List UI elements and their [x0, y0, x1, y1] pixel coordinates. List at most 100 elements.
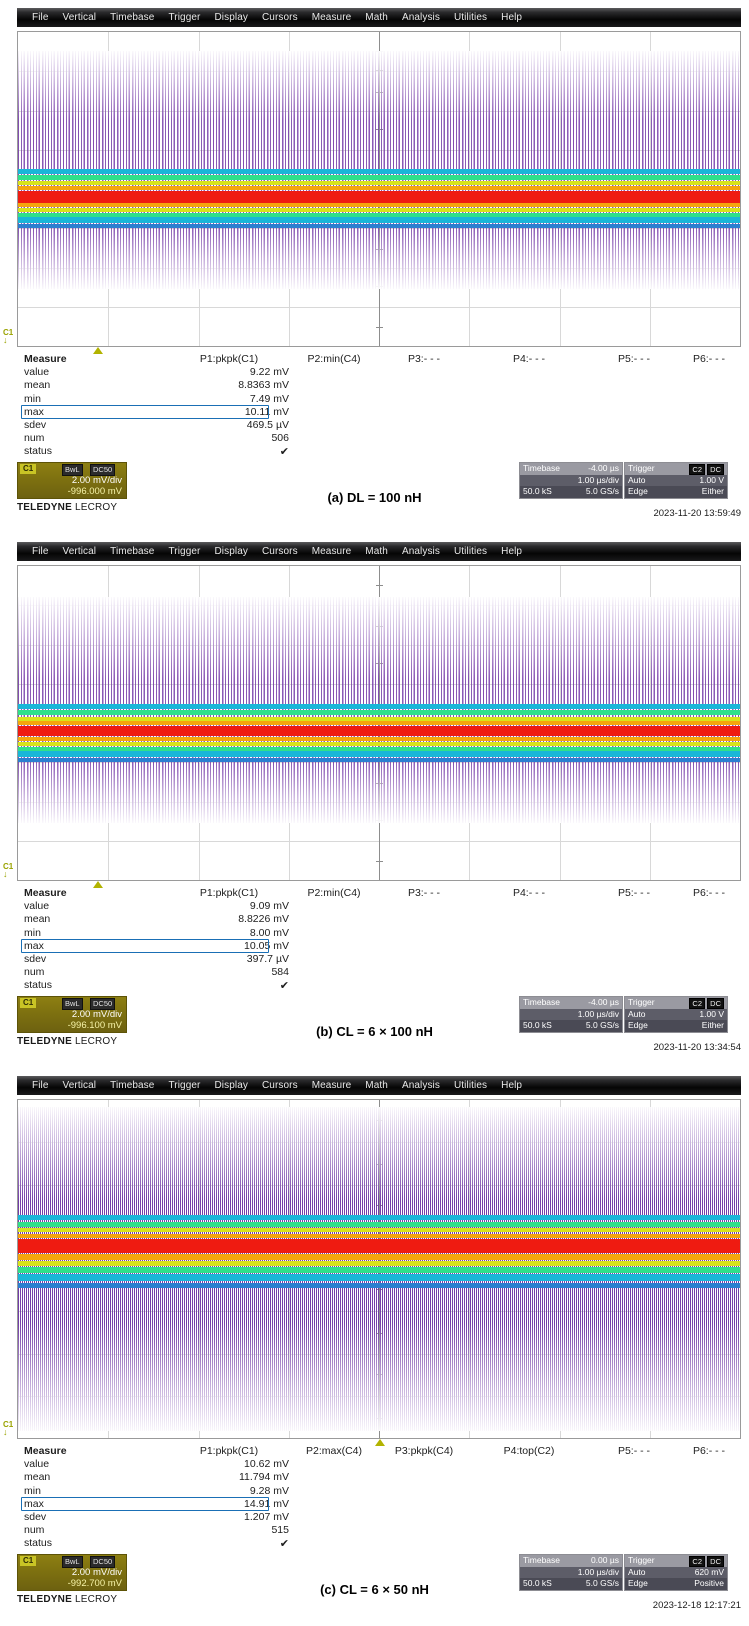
caption-prefix: (b): [316, 1024, 333, 1039]
trigger-slope: Either: [702, 1020, 724, 1032]
menu-item-timebase[interactable]: Timebase: [103, 1076, 161, 1095]
timebase-status-b[interactable]: Timebase -4.00 µs 1.00 µs/div 50.0 kS 5.…: [519, 996, 623, 1033]
measure-row-value: 14.91 mV: [169, 1498, 289, 1510]
measure-row-num: num 506: [24, 432, 729, 445]
timebase-status-c[interactable]: Timebase 0.00 µs 1.00 µs/div 50.0 kS 5.0…: [519, 1554, 623, 1591]
menu-item-analysis[interactable]: Analysis: [395, 542, 447, 561]
menu-bar-c[interactable]: FileVerticalTimebaseTriggerDisplayCursor…: [17, 1076, 741, 1095]
trigger-status-a[interactable]: Trigger C2 DC Auto 1.00 V Edge Either: [624, 462, 728, 499]
measure-row-value: 10.05 mV: [169, 940, 289, 952]
measure-row-label: status: [24, 1537, 52, 1549]
menu-item-vertical[interactable]: Vertical: [56, 8, 104, 27]
measure-row-label: sdev: [24, 419, 46, 431]
graticule-b: C1 ↓: [17, 565, 741, 881]
menu-item-trigger[interactable]: Trigger: [161, 8, 207, 27]
measure-column-p3[interactable]: P3:- - -: [379, 353, 469, 365]
channel-marker-c1-b[interactable]: C1 ↓: [3, 863, 17, 879]
measure-title: Measure: [24, 1445, 67, 1457]
menu-item-utilities[interactable]: Utilities: [447, 1076, 494, 1095]
measure-row-label: num: [24, 432, 44, 444]
menu-item-display[interactable]: Display: [207, 8, 255, 27]
timebase-status-a[interactable]: Timebase -4.00 µs 1.00 µs/div 50.0 kS 5.…: [519, 462, 623, 499]
menu-item-trigger[interactable]: Trigger: [161, 1076, 207, 1095]
menu-item-file[interactable]: File: [25, 542, 56, 561]
measure-column-p4[interactable]: P4:- - -: [484, 353, 574, 365]
menu-item-help[interactable]: Help: [494, 8, 529, 27]
measure-column-p2[interactable]: P2:max(C4): [274, 1445, 394, 1457]
measure-row-mean: mean 8.8363 mV: [24, 379, 729, 392]
measure-row-num: num 515: [24, 1524, 729, 1537]
menu-item-cursors[interactable]: Cursors: [255, 1076, 305, 1095]
measure-column-p6[interactable]: P6:- - -: [664, 1445, 749, 1457]
menu-item-trigger[interactable]: Trigger: [161, 542, 207, 561]
datestamp-c: 2023-12-18 12:17:21: [653, 1600, 741, 1611]
caption-text: CL = 6 × 100 nH: [336, 1024, 433, 1039]
measure-column-p4[interactable]: P4:- - -: [484, 887, 574, 899]
trigger-type: Edge: [628, 486, 648, 498]
menu-item-cursors[interactable]: Cursors: [255, 542, 305, 561]
measure-row-value: value 9.22 mV: [24, 366, 729, 379]
menu-item-math[interactable]: Math: [358, 8, 395, 27]
measure-column-p2[interactable]: P2:min(C4): [274, 887, 394, 899]
timebase-rate: 5.0 GS/s: [586, 1578, 619, 1590]
trigger-slope: Positive: [694, 1578, 724, 1590]
measure-column-p2[interactable]: P2:min(C4): [274, 353, 394, 365]
timebase-title: Timebase: [523, 1555, 560, 1567]
trigger-mode: Auto: [628, 1567, 646, 1579]
menu-item-measure[interactable]: Measure: [305, 1076, 359, 1095]
measure-status-check-icon: ✔: [169, 979, 289, 992]
menu-item-analysis[interactable]: Analysis: [395, 8, 447, 27]
measure-row-max: max 10.05 mV: [24, 940, 729, 953]
menu-bar-b[interactable]: FileVerticalTimebaseTriggerDisplayCursor…: [17, 542, 741, 561]
trigger-title: Trigger: [628, 997, 655, 1009]
menu-bar-a[interactable]: FileVerticalTimebaseTriggerDisplayCursor…: [17, 8, 741, 27]
menu-item-vertical[interactable]: Vertical: [56, 1076, 104, 1095]
measure-column-p1[interactable]: P1:pkpk(C1): [169, 353, 289, 365]
menu-item-timebase[interactable]: Timebase: [103, 8, 161, 27]
menu-item-file[interactable]: File: [25, 1076, 56, 1095]
menu-item-analysis[interactable]: Analysis: [395, 1076, 447, 1095]
measure-row-label: mean: [24, 913, 50, 925]
measure-column-p6[interactable]: P6:- - -: [664, 887, 749, 899]
measure-column-p3[interactable]: P3:pkpk(C4): [379, 1445, 469, 1457]
menu-item-file[interactable]: File: [25, 8, 56, 27]
menu-item-math[interactable]: Math: [358, 1076, 395, 1095]
menu-item-display[interactable]: Display: [207, 542, 255, 561]
menu-item-utilities[interactable]: Utilities: [447, 542, 494, 561]
graticule-c: C1 ↓: [17, 1099, 741, 1439]
menu-item-vertical[interactable]: Vertical: [56, 542, 104, 561]
caption-prefix: (a): [327, 490, 343, 505]
trigger-status-c[interactable]: Trigger C2 DC Auto 620 mV Edge Positive: [624, 1554, 728, 1591]
menu-item-help[interactable]: Help: [494, 542, 529, 561]
channel-badge-tag-bwl: BwL: [62, 1556, 83, 1568]
measure-column-p1[interactable]: P1:pkpk(C1): [169, 887, 289, 899]
menu-item-cursors[interactable]: Cursors: [255, 8, 305, 27]
measure-row-mean: mean 11.794 mV: [24, 1471, 729, 1484]
measure-row-label: value: [24, 900, 49, 912]
measure-row-label: min: [24, 393, 41, 405]
measure-column-p4[interactable]: P4:top(C2): [484, 1445, 574, 1457]
menu-item-math[interactable]: Math: [358, 542, 395, 561]
measure-column-p1[interactable]: P1:pkpk(C1): [169, 1445, 289, 1457]
menu-item-timebase[interactable]: Timebase: [103, 542, 161, 561]
menu-item-measure[interactable]: Measure: [305, 542, 359, 561]
channel-badge-tag-dc50: DC50: [90, 1556, 115, 1568]
menu-item-display[interactable]: Display: [207, 1076, 255, 1095]
trigger-source-chip: C2: [689, 464, 705, 475]
trigger-mode: Auto: [628, 1009, 646, 1021]
measure-row-label: min: [24, 1485, 41, 1497]
measure-column-p6[interactable]: P6:- - -: [664, 353, 749, 365]
channel-marker-c1-a[interactable]: C1 ↓: [3, 329, 17, 345]
measure-row-value: 8.00 mV: [169, 927, 289, 939]
timebase-delay: -4.00 µs: [588, 463, 619, 475]
measure-column-p3[interactable]: P3:- - -: [379, 887, 469, 899]
menu-item-measure[interactable]: Measure: [305, 8, 359, 27]
timebase-memory: 50.0 kS: [523, 1020, 552, 1032]
measure-title: Measure: [24, 887, 67, 899]
menu-item-utilities[interactable]: Utilities: [447, 8, 494, 27]
menu-item-help[interactable]: Help: [494, 1076, 529, 1095]
trigger-status-b[interactable]: Trigger C2 DC Auto 1.00 V Edge Either: [624, 996, 728, 1033]
trigger-coupling-chip: DC: [707, 464, 724, 475]
channel-marker-c1-c[interactable]: C1 ↓: [3, 1421, 17, 1437]
measure-row-value: 506: [169, 432, 289, 444]
